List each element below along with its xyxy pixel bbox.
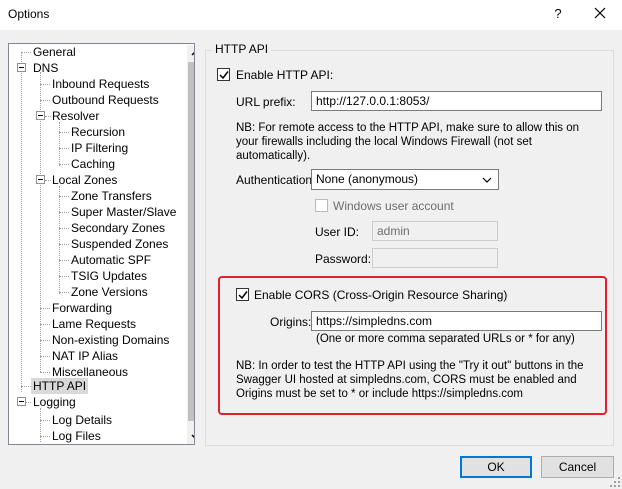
tree-item-automatic-spf[interactable]: Automatic SPF: [69, 252, 153, 268]
tree-item-outbound-requests[interactable]: Outbound Requests: [50, 92, 161, 108]
checkmark-icon: [238, 291, 248, 300]
resize-grip-icon[interactable]: [610, 477, 620, 487]
cancel-button[interactable]: Cancel: [541, 456, 614, 478]
chevron-up-icon: [191, 51, 194, 56]
tree-item-zone-versions[interactable]: Zone Versions: [69, 284, 150, 300]
enable-http-api-checkbox[interactable]: [217, 68, 230, 81]
scroll-thumb[interactable]: [188, 62, 194, 421]
authentication-value: None (anonymous): [316, 172, 419, 186]
logging-collapse-icon[interactable]: [17, 397, 26, 406]
tree-item-dns[interactable]: DNS: [31, 60, 60, 76]
enable-http-api-label[interactable]: Enable HTTP API:: [236, 68, 333, 82]
tree-item-nat-ip-alias[interactable]: NAT IP Alias: [50, 348, 120, 364]
chevron-down-icon: [191, 434, 194, 439]
tree-item-local-zones[interactable]: Local Zones: [50, 172, 119, 188]
tree-item-logging[interactable]: Logging: [31, 394, 78, 410]
tree-item-lame-requests[interactable]: Lame Requests: [50, 316, 138, 332]
local-zones-collapse-icon[interactable]: [36, 175, 45, 184]
window-title: Options: [8, 7, 50, 21]
windows-user-label[interactable]: Windows user account: [333, 199, 454, 213]
ok-button[interactable]: OK: [460, 456, 532, 478]
help-button[interactable]: ?: [548, 4, 568, 24]
group-title: HTTP API: [212, 42, 272, 56]
chevron-down-icon: [482, 177, 492, 183]
userid-label: User ID:: [315, 225, 360, 239]
tree-item-log-details[interactable]: Log Details: [50, 412, 114, 428]
checkmark-icon: [219, 71, 229, 80]
tree-item-log-files[interactable]: Log Files: [50, 428, 103, 444]
url-prefix-label: URL prefix:: [236, 95, 296, 109]
enable-cors-label[interactable]: Enable CORS (Cross-Origin Resource Shari…: [254, 288, 507, 302]
tree-scrollbar[interactable]: [187, 45, 194, 444]
dns-collapse-icon[interactable]: [17, 63, 26, 72]
tree-item-recursion[interactable]: Recursion: [69, 124, 127, 140]
cors-note: NB: In order to test the HTTP API using …: [236, 360, 584, 400]
close-button[interactable]: [588, 4, 612, 24]
origins-input[interactable]: https://simpledns.com: [311, 311, 602, 331]
tree-item-super-master-slave[interactable]: Super Master/Slave: [69, 204, 178, 220]
tree-item-caching[interactable]: Caching: [69, 156, 117, 172]
tree-item-resolver[interactable]: Resolver: [50, 108, 101, 124]
scroll-down-button[interactable]: [187, 428, 194, 444]
windows-user-checkbox[interactable]: [315, 199, 328, 212]
close-icon: [594, 7, 606, 19]
authentication-label: Authentication:: [236, 173, 316, 187]
tree-item-non-existing-domains[interactable]: Non-existing Domains: [50, 332, 171, 348]
origins-hint: (One or more comma separated URLs or * f…: [316, 333, 575, 345]
tree-item-tsig-updates[interactable]: TSIG Updates: [69, 268, 149, 284]
authentication-select[interactable]: None (anonymous): [311, 169, 499, 190]
tree-item-http-api[interactable]: HTTP API: [31, 378, 89, 394]
tree-item-suspended-zones[interactable]: Suspended Zones: [69, 236, 170, 252]
url-prefix-input[interactable]: http://127.0.0.1:8053/: [311, 91, 602, 111]
tree-item-forwarding[interactable]: Forwarding: [50, 300, 114, 316]
tree-item-zone-transfers[interactable]: Zone Transfers: [69, 188, 154, 204]
title-bar: [0, 0, 622, 30]
tree-item-secondary-zones[interactable]: Secondary Zones: [69, 220, 167, 236]
options-tree[interactable]: General DNS Inbound Requests Outbound Re…: [8, 43, 195, 445]
tree-item-general[interactable]: General: [31, 44, 78, 60]
enable-cors-checkbox[interactable]: [236, 288, 249, 301]
tree-item-inbound-requests[interactable]: Inbound Requests: [50, 76, 151, 92]
tree-item-ip-filtering[interactable]: IP Filtering: [69, 140, 130, 156]
origins-label: Origins:: [270, 315, 312, 329]
scroll-up-button[interactable]: [187, 45, 194, 62]
password-label: Password:: [315, 252, 372, 266]
remote-access-note: NB: For remote access to the HTTP API, m…: [236, 122, 580, 162]
password-input[interactable]: [372, 248, 498, 268]
userid-input[interactable]: admin: [372, 221, 498, 241]
resolver-collapse-icon[interactable]: [36, 111, 45, 120]
